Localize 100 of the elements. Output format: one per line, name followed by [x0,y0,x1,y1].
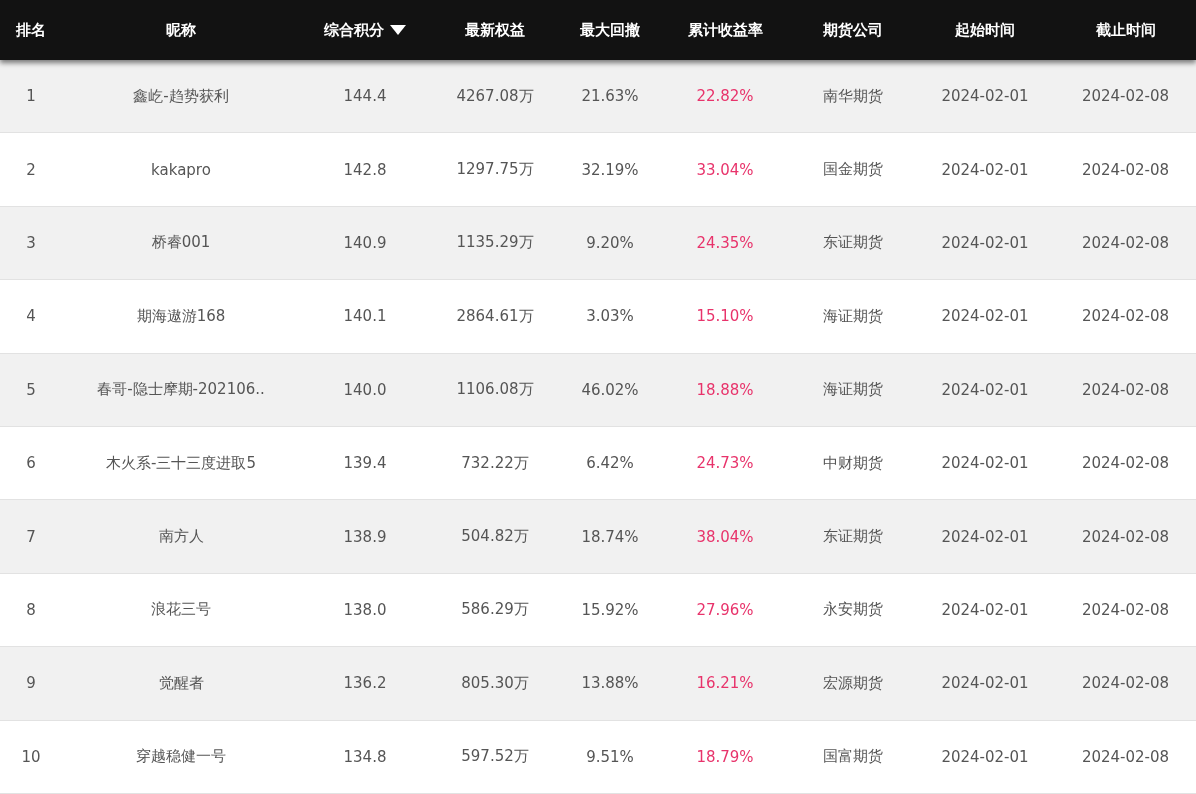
table-cell: 中财期货 [822,453,883,473]
table-cell: 504.82万 [461,527,529,547]
table-cell: 139.4 [343,454,387,473]
table-cell: 4267.08万 [456,86,534,106]
table-cell: 805.30万 [461,673,529,693]
table-cell: 2024-02-08 [1081,307,1170,326]
table-cell: 9.20% [586,233,634,252]
table-cell: 140.1 [343,307,387,326]
table-cell: 15.92% [581,600,639,619]
table-cell: 南华期货 [822,86,883,106]
table-cell: 1 [26,87,36,106]
table-cell: 2024-02-08 [1081,380,1170,399]
table-cell: 597.52万 [461,747,529,767]
table-cell: 4 [26,307,36,326]
table-cell: 宏源期货 [822,673,883,693]
table-cell: 18.79% [696,747,754,766]
table-cell: 586.29万 [461,600,529,620]
table-cell: 142.8 [343,160,387,179]
table-cell: 32.19% [581,160,639,179]
table-cell: 27.96% [696,600,754,619]
table-cell: 3.03% [586,307,634,326]
table-cell: 2024-02-01 [941,87,1029,106]
table-cell: 134.8 [343,747,387,766]
table-cell: 东证期货 [822,233,883,253]
table-cell: 24.35% [696,233,754,252]
table-cell: 2024-02-08 [1081,454,1170,473]
table-cell: 144.4 [343,87,387,106]
table-cell: 觉醒者 [158,673,204,693]
table-cell: 鑫屹-趋势获利 [133,86,229,106]
column-header[interactable]: 昵称 [62,0,300,60]
table-cell: 2024-02-01 [941,527,1029,546]
table-cell: 穿越稳健一号 [136,747,226,767]
table-cell: 33.04% [696,160,754,179]
table-cell: 国金期货 [822,160,883,180]
column-header[interactable]: 截止时间 [1055,0,1196,60]
column-header[interactable]: 排名 [0,0,62,60]
table-cell: 140.0 [343,380,387,399]
table-cell: 18.88% [696,380,754,399]
column-header[interactable]: 起始时间 [915,0,1055,60]
table-cell: 桥睿001 [151,233,211,253]
column-header[interactable]: 最大回撤 [560,0,660,60]
table-cell: 2024-02-08 [1081,87,1170,106]
table-cell: 1135.29万 [456,233,534,253]
table-cell: 木火系-三十三度进取5 [106,453,256,473]
table-cell: 18.74% [581,527,639,546]
column-header[interactable]: 最新权益 [430,0,560,60]
table-cell: 2024-02-01 [941,233,1029,252]
table-cell: 海证期货 [822,306,883,326]
table-cell: 22.82% [696,87,754,106]
table-cell: 136.2 [343,674,387,693]
table-cell: 8 [26,600,36,619]
table-cell: 10 [21,747,41,766]
table-cell: 5 [26,380,36,399]
table-cell: 21.63% [581,87,639,106]
table-cell: 2024-02-08 [1081,233,1170,252]
table-cell: 24.73% [696,454,754,473]
table-cell: 期海遨游168 [136,306,226,326]
table-cell: 138.9 [343,527,387,546]
table-cell: 2024-02-08 [1081,674,1170,693]
table-cell: 732.22万 [461,453,529,473]
table-cell: 2024-02-08 [1081,160,1170,179]
table-cell: 南方人 [158,527,204,547]
table-cell: 38.04% [696,527,754,546]
table-cell: 春哥-隐士摩期-202106.. [97,380,265,400]
table-cell: 1297.75万 [456,160,534,180]
table-cell: 2024-02-01 [941,747,1029,766]
table-cell: 海证期货 [822,380,883,400]
table-cell: 浪花三号 [151,600,211,620]
table-cell: 140.9 [343,233,387,252]
table-cell: 7 [26,527,36,546]
table-cell: 2024-02-01 [941,674,1029,693]
table-cell: 永安期货 [822,600,883,620]
table-cell: 3 [26,233,36,252]
table-cell: 2024-02-08 [1081,600,1170,619]
table-cell: 6 [26,454,36,473]
table-cell: kakapro [151,160,211,179]
table-cell: 1106.08万 [456,380,534,400]
column-header[interactable]: 累计收益率 [660,0,790,60]
column-header[interactable]: 期货公司 [790,0,915,60]
table-cell: 13.88% [581,674,639,693]
sort-down-icon[interactable] [390,25,406,35]
table-cell: 2024-02-08 [1081,747,1170,766]
table-cell: 2864.61万 [456,306,534,326]
table-cell: 138.0 [343,600,387,619]
table-cell: 2024-02-01 [941,600,1029,619]
table-cell: 东证期货 [822,527,883,547]
table-cell: 46.02% [581,380,639,399]
table-cell: 9 [26,674,36,693]
table-cell: 国富期货 [822,747,883,767]
table-cell: 2024-02-08 [1081,527,1170,546]
table-cell: 15.10% [696,307,754,326]
table-cell: 2024-02-01 [941,160,1029,179]
column-header[interactable]: 综合积分 [300,0,430,60]
table-cell: 9.51% [586,747,634,766]
table-cell: 2 [26,160,36,179]
table-cell: 2024-02-01 [941,454,1029,473]
table-cell: 2024-02-01 [941,380,1029,399]
table-cell: 16.21% [696,674,754,693]
table-cell: 6.42% [586,454,634,473]
table-cell: 2024-02-01 [941,307,1029,326]
